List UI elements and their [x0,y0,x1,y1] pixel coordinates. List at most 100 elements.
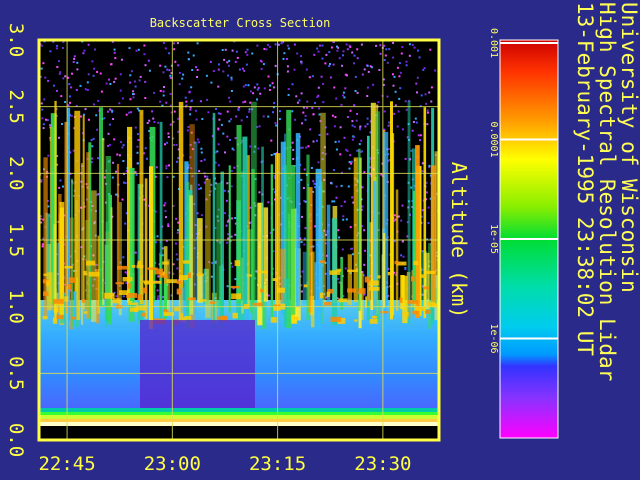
plume-base [358,288,366,294]
noise-dot [222,70,225,73]
noise-dot [305,146,308,149]
noise-dot [396,125,399,128]
noise-dot [73,57,76,60]
plume-streak [53,224,57,301]
noise-dot [92,137,95,140]
noise-dot [324,62,327,65]
noise-dot [322,82,325,85]
noise-dot [91,60,94,63]
plume-base [407,300,419,304]
noise-dot [82,52,85,55]
noise-dot [69,101,71,104]
ground-band [39,415,439,419]
plume-base [64,296,69,302]
noise-dot [344,267,347,270]
noise-dot [351,138,354,141]
noise-dot [308,76,311,79]
ground-band [39,412,439,415]
noise-dot [169,92,172,95]
colorbar-tick-labels: 0.001 0.0001 1e-05 1e-06 [488,28,499,354]
noise-dot [344,73,347,76]
plume-streak [395,189,399,311]
plume-base [176,280,182,284]
noise-dot [59,179,62,182]
noise-dot [97,157,99,160]
noise-dot [58,186,61,189]
noise-dot [228,59,231,62]
noise-dot [229,100,232,103]
noise-dot [137,162,139,165]
noise-dot [249,90,252,93]
noise-dot [113,138,116,141]
noise-dot [234,60,237,63]
plume-streak [373,180,377,316]
noise-dot [148,69,151,72]
noise-dot [224,48,227,51]
plume-streak [47,272,53,311]
plume-base [423,286,430,290]
plume-base [303,284,308,288]
noise-dot [177,64,180,67]
noise-dot [334,116,337,118]
noise-dot [316,139,318,142]
noise-dot [335,185,338,188]
plume-base [231,293,241,300]
noise-dot [286,70,289,73]
noise-dot [144,97,147,99]
noise-dot [427,206,430,209]
noise-dot [230,217,233,220]
noise-dot [257,147,260,150]
noise-dot [287,94,290,96]
plume-base [377,275,381,279]
noise-dot [375,44,378,47]
noise-dot [60,95,63,98]
plume-base [117,265,128,270]
noise-dot [252,92,255,95]
plume-base [387,272,394,276]
noise-dot [430,86,433,89]
noise-dot [342,91,345,94]
noise-dot [203,158,206,161]
noise-dot [351,124,354,127]
noise-dot [68,83,71,86]
noise-dot [388,48,391,51]
noise-dot [270,139,273,142]
lidar-figure: Backscatter Cross Section 0.0 0.5 1.0 1.5 2.… [5,2,640,475]
noise-dot [59,71,62,74]
dense-aerosol-patch [140,320,255,408]
plume-base [380,310,389,314]
noise-dot [275,124,278,127]
noise-dot [216,150,219,153]
plume-base [136,264,144,269]
plume-base [252,303,259,306]
noise-dot [268,45,271,48]
plume-base [260,288,264,293]
noise-dot [118,154,121,157]
noise-dot [146,157,148,160]
noise-dot [175,242,177,245]
noise-dot [426,109,429,112]
noise-dot [262,63,265,66]
plume-base [402,312,409,317]
noise-dot [148,119,151,122]
plume-streak [86,152,90,319]
plume-base [83,270,87,276]
noise-dot [344,87,347,90]
noise-dot [185,104,188,107]
noise-dot [189,108,192,111]
noise-dot [165,164,168,167]
noise-dot [188,91,191,94]
noise-dot [246,48,249,51]
noise-dot [157,121,160,124]
noise-dot [383,110,386,113]
plume-base [217,316,228,320]
noise-dot [398,97,401,100]
noise-dot [247,84,250,87]
noise-dot [130,70,133,73]
plume-streak [56,242,60,308]
noise-dot [62,185,64,188]
plume-streak [82,115,85,310]
plume-streak [228,165,231,313]
plume-streak [306,154,310,320]
noise-dot [128,111,130,114]
